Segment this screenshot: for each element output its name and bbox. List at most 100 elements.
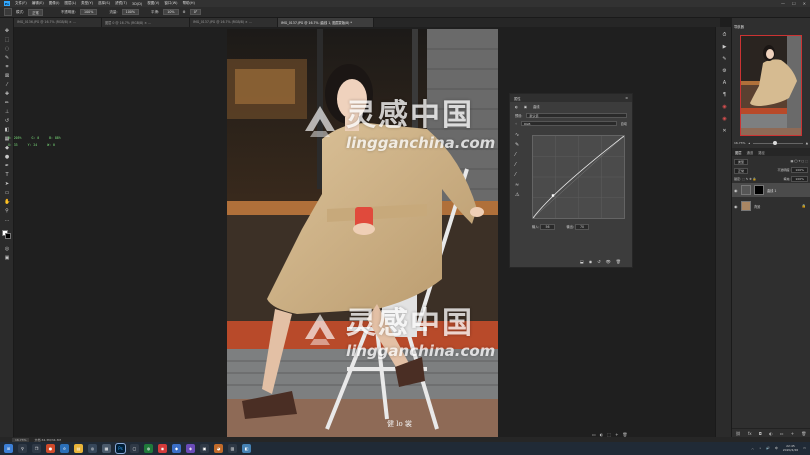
dodge-tool-icon[interactable]: ● xyxy=(4,154,10,160)
plugin-icon[interactable]: ◉ xyxy=(721,104,728,111)
menu-edit[interactable]: 编辑(E) xyxy=(32,1,44,6)
menu-window[interactable]: 窗口(W) xyxy=(164,1,177,6)
wechat-icon[interactable]: ◍ xyxy=(144,444,153,453)
history-icon[interactable]: ⏱ xyxy=(721,32,728,39)
frame-tool-icon[interactable]: ⊠ xyxy=(4,73,10,79)
screen-mode-icon[interactable]: ▣ xyxy=(4,255,10,261)
curve-control-point[interactable] xyxy=(551,194,555,197)
curve-control-point[interactable] xyxy=(531,216,535,220)
blend-mode-select[interactable]: 正常 xyxy=(734,168,749,174)
close-button[interactable]: ✕ xyxy=(803,1,806,6)
tools-cross-icon[interactable]: ✕ xyxy=(721,128,728,135)
add-mask-icon[interactable]: ◘ xyxy=(759,431,762,436)
path-select-tool-icon[interactable]: ➤ xyxy=(4,181,10,187)
layer-style-icon[interactable]: fx xyxy=(748,431,752,436)
fill-input[interactable]: 100% xyxy=(791,176,808,182)
move-tool-icon[interactable]: ✥ xyxy=(4,28,10,34)
visibility-eye-icon[interactable]: 👁 xyxy=(606,259,611,264)
zoom-tool-icon[interactable]: ⚲ xyxy=(4,208,10,214)
curve-plot[interactable] xyxy=(531,134,626,220)
layer-row-curves[interactable]: ◉ 曲线 1 xyxy=(732,183,810,197)
volume-icon[interactable]: 🔊 xyxy=(766,446,770,450)
app-icon-6[interactable]: ◉ xyxy=(158,444,167,453)
new-group-icon[interactable]: ▭ xyxy=(780,431,784,436)
new-adjustment-icon[interactable]: ◐ xyxy=(769,431,773,436)
auto-button[interactable]: 自动 xyxy=(621,121,627,126)
gray-point-eyedropper-icon[interactable]: ⁄ xyxy=(515,162,521,168)
angle-input[interactable]: 0° xyxy=(189,9,202,15)
tab-document-2[interactable]: 图层 0 @ 16.7% (RGB/8) × ... xyxy=(102,18,190,27)
status-zoom[interactable]: 16.73% xyxy=(12,437,30,442)
hand-tool-icon[interactable]: ✋ xyxy=(4,199,10,205)
canvas-tool-3-icon[interactable]: ⬚ xyxy=(607,432,611,437)
paragraph-icon[interactable]: ¶ xyxy=(721,92,728,99)
input-value[interactable]: 56 xyxy=(540,224,555,230)
shape-tool-icon[interactable]: ▭ xyxy=(4,190,10,196)
brush-preset-icon[interactable] xyxy=(4,8,12,16)
plugin-2-icon[interactable]: ◉ xyxy=(721,116,728,123)
opacity-input[interactable]: 100% xyxy=(79,9,98,15)
layer-opacity-input[interactable]: 100% xyxy=(791,167,808,173)
layer-lock-icon[interactable]: 🔒 xyxy=(802,204,806,208)
tab-document-3[interactable]: IMG_0137.JPG @ 16.7% (RGB/8) × ... xyxy=(190,18,278,27)
layer-row-background[interactable]: ◉ 背景 🔒 xyxy=(732,199,810,213)
healing-brush-tool-icon[interactable]: ✚ xyxy=(4,91,10,97)
actions-icon[interactable]: ▶ xyxy=(721,44,728,51)
notifications-icon[interactable]: ▭ xyxy=(803,446,806,450)
file-explorer-icon[interactable]: ▤ xyxy=(74,444,83,453)
app-icon-4[interactable]: ▦ xyxy=(102,444,111,453)
layer-mask-thumb[interactable] xyxy=(754,185,764,195)
link-layers-icon[interactable]: ⛓ xyxy=(736,431,741,436)
maximize-button[interactable]: ☐ xyxy=(792,1,796,6)
canvas-tool-4-icon[interactable]: + xyxy=(615,432,618,437)
tab-paths[interactable]: 路径 xyxy=(758,150,765,155)
panel-header[interactable]: 属性 ≡ xyxy=(510,94,632,102)
lock-icons[interactable]: ⬚ ✎ ✥ 🔒 xyxy=(742,177,756,181)
menu-type[interactable]: 类型(Y) xyxy=(81,1,93,6)
properties-icon[interactable]: ⚙ xyxy=(721,68,728,75)
zoom-in-icon[interactable]: ▲ xyxy=(806,141,808,145)
layer-kind-filter[interactable]: 类型 xyxy=(734,159,749,165)
app-icon-10[interactable]: ◕ xyxy=(214,444,223,453)
app-icon-3[interactable]: ◎ xyxy=(88,444,97,453)
app-icon-11[interactable]: ▥ xyxy=(228,444,237,453)
clipping-warning-icon[interactable]: ⚠ xyxy=(515,192,521,198)
ime-indicator[interactable]: 中 xyxy=(775,446,778,450)
app-icon-5[interactable]: ▢ xyxy=(130,444,139,453)
new-layer-icon[interactable]: + xyxy=(791,431,794,436)
tab-document-1[interactable]: IMG_0136.JPG @ 16.7% (RGB/8) × ... xyxy=(14,18,102,27)
start-button-icon[interactable]: ⊞ xyxy=(4,444,13,453)
filter-icons[interactable]: ▦ ◯ T ▢ ⬚ xyxy=(790,159,808,165)
smooth-input[interactable]: 10% xyxy=(163,9,179,15)
quick-select-tool-icon[interactable]: ✎ xyxy=(4,55,10,61)
clip-to-layer-icon[interactable]: ⬓ xyxy=(580,259,584,264)
delete-icon[interactable]: 🗑 xyxy=(616,259,621,264)
brush-tool-icon[interactable]: ✏ xyxy=(4,100,10,106)
tab-layers[interactable]: 图层 xyxy=(735,150,742,155)
tab-channels[interactable]: 通道 xyxy=(747,150,754,155)
pen-tool-icon[interactable]: ✒ xyxy=(4,163,10,169)
eraser-tool-icon[interactable]: ◧ xyxy=(4,127,10,133)
layer-visibility-eye-icon[interactable]: ◉ xyxy=(734,204,738,209)
draw-curve-icon[interactable]: ✎ xyxy=(515,142,521,148)
zoom-slider[interactable] xyxy=(752,140,803,145)
menu-3d[interactable]: 3D(D) xyxy=(132,2,142,6)
black-point-eyedropper-icon[interactable]: ⁄ xyxy=(515,152,521,158)
canvas-tool-2-icon[interactable]: ◐ xyxy=(600,432,604,437)
reset-icon[interactable]: ↺ xyxy=(597,259,600,264)
flow-input[interactable]: 100% xyxy=(121,9,140,15)
smooth-curve-icon[interactable]: ≈ xyxy=(515,182,521,188)
navigator-title[interactable]: 导航器 xyxy=(734,24,744,29)
view-previous-icon[interactable]: ◉ xyxy=(589,259,593,264)
panel-menu-icon[interactable]: ≡ xyxy=(625,96,628,100)
canvas-tool-1-icon[interactable]: ▭ xyxy=(592,432,596,437)
clone-stamp-tool-icon[interactable]: ⊥ xyxy=(4,109,10,115)
app-icon-9[interactable]: ▣ xyxy=(200,444,209,453)
type-tool-icon[interactable]: T xyxy=(4,172,10,178)
zoom-out-icon[interactable]: ▴ xyxy=(748,141,750,145)
background-color-swatch[interactable] xyxy=(5,233,11,239)
mode-select[interactable]: 正常 xyxy=(28,8,43,16)
more-tools-icon[interactable]: … xyxy=(4,217,10,223)
search-icon[interactable]: ⚲ xyxy=(18,444,27,453)
zoom-percent[interactable]: 16.73% xyxy=(734,141,745,145)
